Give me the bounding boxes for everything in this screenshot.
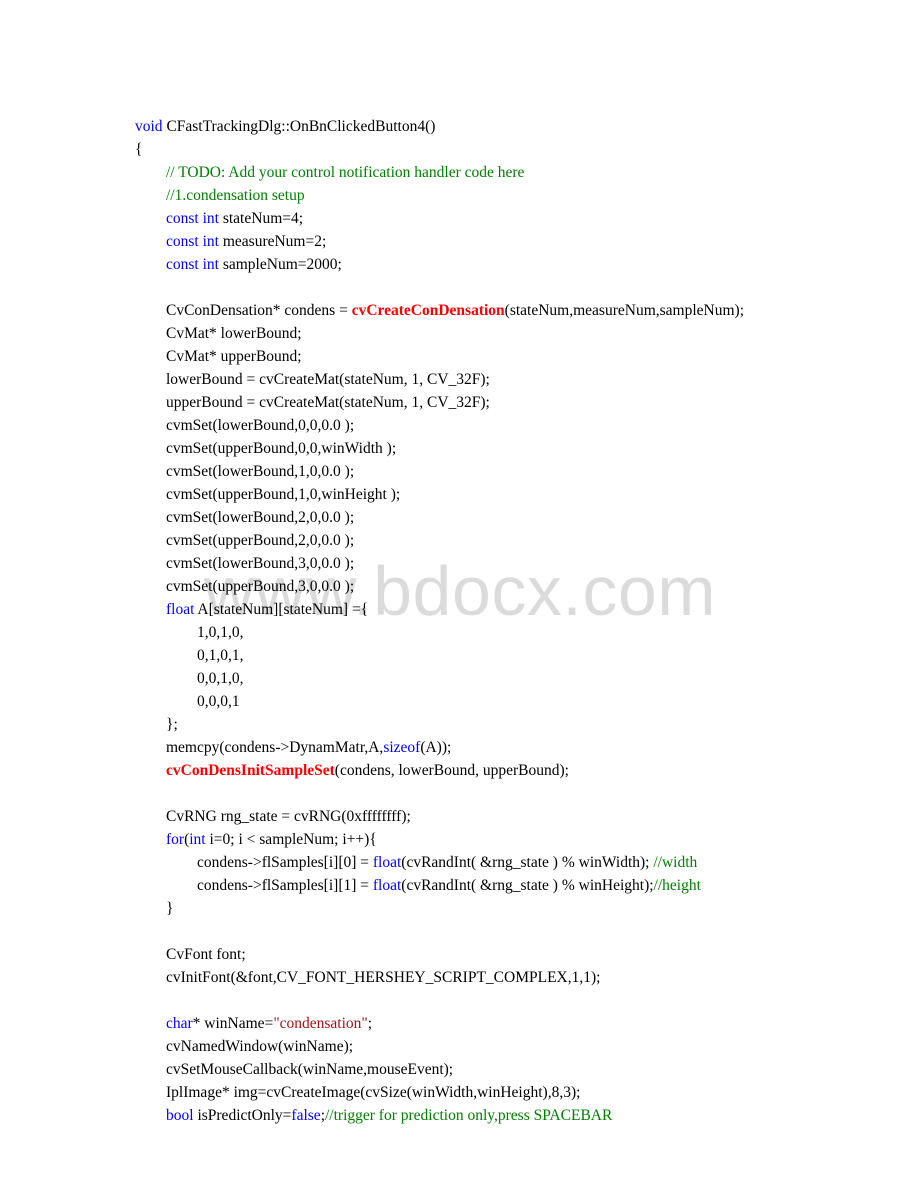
comment: //width	[653, 854, 697, 871]
code-line: cvSetMouseCallback(winName,mouseEvent);	[135, 1058, 785, 1081]
code-line: CvMat* upperBound;	[135, 345, 785, 368]
code-line: cvmSet(lowerBound,2,0,0.0 );	[135, 506, 785, 529]
code-line: cvmSet(upperBound,0,0,winWidth );	[135, 437, 785, 460]
code-text: measureNum=2;	[219, 233, 326, 250]
code-line: }	[135, 897, 785, 920]
code-line: const int sampleNum=2000;	[135, 253, 785, 276]
code-line: upperBound = cvCreateMat(stateNum, 1, CV…	[135, 391, 785, 414]
code-line: for(int i=0; i < sampleNum; i++){	[135, 828, 785, 851]
code-line: {	[135, 138, 785, 161]
code-text: condens->flSamples[i][0] =	[135, 854, 373, 871]
code-text: (cvRandInt( &rng_state ) % winHeight);	[401, 877, 653, 894]
blank-line	[135, 276, 785, 299]
keyword: const int	[135, 256, 219, 273]
code-line: cvConDensInitSampleSet(condens, lowerBou…	[135, 759, 785, 782]
code-line: lowerBound = cvCreateMat(stateNum, 1, CV…	[135, 368, 785, 391]
code-line: cvmSet(lowerBound,1,0,0.0 );	[135, 460, 785, 483]
code-line: IplImage* img=cvCreateImage(cvSize(winWi…	[135, 1081, 785, 1104]
code-text: isPredictOnly=	[194, 1107, 292, 1124]
code-line: cvmSet(lowerBound,3,0,0.0 );	[135, 552, 785, 575]
code-text: CvConDensation* condens =	[135, 302, 352, 319]
keyword: bool	[135, 1107, 194, 1124]
comment: //1.condensation setup	[135, 187, 305, 204]
code-line: };	[135, 713, 785, 736]
keyword: void	[135, 118, 163, 135]
keyword: false	[291, 1107, 320, 1124]
code-line: const int measureNum=2;	[135, 230, 785, 253]
code-line: const int stateNum=4;	[135, 207, 785, 230]
code-line: cvInitFont(&font,CV_FONT_HERSHEY_SCRIPT_…	[135, 966, 785, 989]
code-line: CvMat* lowerBound;	[135, 322, 785, 345]
code-line: 0,0,0,1	[135, 690, 785, 713]
code-line: CvConDensation* condens = cvCreateConDen…	[135, 299, 785, 322]
code-line: cvmSet(lowerBound,0,0,0.0 );	[135, 414, 785, 437]
keyword: float	[373, 877, 401, 894]
code-text: sampleNum=2000;	[219, 256, 342, 273]
code-text: CFastTrackingDlg::OnBnClickedButton4()	[163, 118, 436, 135]
code-line: 0,1,0,1,	[135, 644, 785, 667]
blank-line	[135, 989, 785, 1012]
keyword: const int	[135, 210, 219, 227]
code-line: condens->flSamples[i][0] = float(cvRandI…	[135, 851, 785, 874]
code-line: cvmSet(upperBound,3,0,0.0 );	[135, 575, 785, 598]
code-line: memcpy(condens->DynamMatr,A,sizeof(A));	[135, 736, 785, 759]
keyword: int	[189, 831, 205, 848]
code-text: condens->flSamples[i][1] =	[135, 877, 373, 894]
keyword: for	[135, 831, 184, 848]
comment: //height	[654, 877, 701, 894]
code-line: CvRNG rng_state = cvRNG(0xffffffff);	[135, 805, 785, 828]
function-emph: cvCreateConDensation	[352, 302, 505, 319]
code-line: condens->flSamples[i][1] = float(cvRandI…	[135, 874, 785, 897]
code-text: (condens, lowerBound, upperBound);	[335, 762, 569, 779]
code-block: void CFastTrackingDlg::OnBnClickedButton…	[135, 115, 785, 1127]
code-line: //1.condensation setup	[135, 184, 785, 207]
code-text: A[stateNum][stateNum] ={	[194, 601, 368, 618]
code-text: i=0; i < sampleNum; i++){	[206, 831, 377, 848]
comment: //trigger for prediction only,press SPAC…	[325, 1107, 612, 1124]
keyword: sizeof	[383, 739, 420, 756]
code-line: // TODO: Add your control notification h…	[135, 161, 785, 184]
code-line: char* winName="condensation";	[135, 1012, 785, 1035]
code-text: (cvRandInt( &rng_state ) % winWidth);	[401, 854, 653, 871]
keyword: char	[135, 1015, 193, 1032]
code-line: float A[stateNum][stateNum] ={	[135, 598, 785, 621]
code-text	[135, 762, 166, 779]
code-text: * winName=	[193, 1015, 274, 1032]
keyword: float	[135, 601, 194, 618]
code-text: memcpy(condens->DynamMatr,A,	[135, 739, 383, 756]
code-line: cvmSet(upperBound,2,0,0.0 );	[135, 529, 785, 552]
code-line: 1,0,1,0,	[135, 621, 785, 644]
code-line: CvFont font;	[135, 943, 785, 966]
code-text: (stateNum,measureNum,sampleNum);	[505, 302, 744, 319]
code-line: cvNamedWindow(winName);	[135, 1035, 785, 1058]
string-literal: "condensation"	[273, 1015, 367, 1032]
code-text: (A));	[420, 739, 451, 756]
code-line: bool isPredictOnly=false;//trigger for p…	[135, 1104, 785, 1127]
document-page: www.bdocx.com void CFastTrackingDlg::OnB…	[0, 0, 920, 1191]
blank-line	[135, 920, 785, 943]
code-line: void CFastTrackingDlg::OnBnClickedButton…	[135, 115, 785, 138]
keyword: const int	[135, 233, 219, 250]
code-text: stateNum=4;	[219, 210, 303, 227]
code-line: cvmSet(upperBound,1,0,winHeight );	[135, 483, 785, 506]
code-line: 0,0,1,0,	[135, 667, 785, 690]
keyword: float	[373, 854, 401, 871]
function-emph: cvConDensInitSampleSet	[166, 762, 335, 779]
code-text: ;	[368, 1015, 372, 1032]
comment: // TODO: Add your control notification h…	[135, 164, 524, 181]
blank-line	[135, 782, 785, 805]
